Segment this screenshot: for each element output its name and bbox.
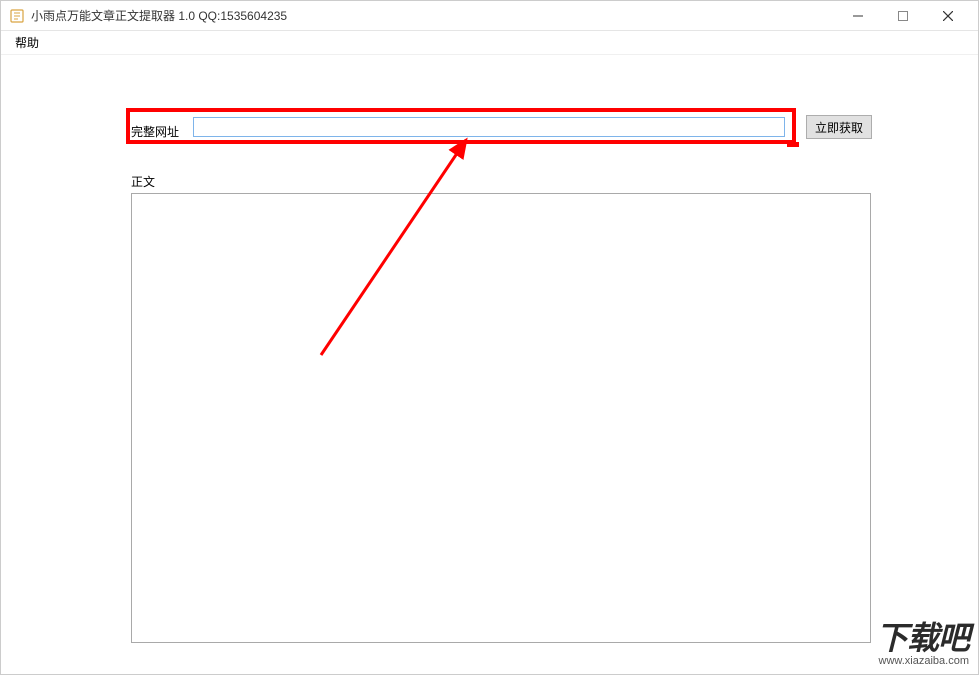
body-textarea[interactable] [131, 193, 871, 643]
url-label: 完整网址 [131, 123, 179, 140]
app-window: 小雨点万能文章正文提取器 1.0 QQ:1535604235 帮助 完整网址 立… [0, 0, 979, 675]
url-input[interactable] [193, 117, 785, 137]
titlebar: 小雨点万能文章正文提取器 1.0 QQ:1535604235 [1, 1, 978, 31]
body-label: 正文 [131, 173, 155, 190]
annotation-underline [787, 142, 799, 147]
app-icon [9, 8, 25, 24]
window-title: 小雨点万能文章正文提取器 1.0 QQ:1535604235 [31, 7, 835, 24]
maximize-button[interactable] [880, 2, 925, 30]
close-button[interactable] [925, 2, 970, 30]
menu-help[interactable]: 帮助 [7, 31, 47, 54]
content-area: 完整网址 立即获取 正文 [1, 55, 978, 674]
minimize-button[interactable] [835, 2, 880, 30]
fetch-button[interactable]: 立即获取 [806, 115, 872, 139]
window-controls [835, 2, 970, 30]
menubar: 帮助 [1, 31, 978, 55]
